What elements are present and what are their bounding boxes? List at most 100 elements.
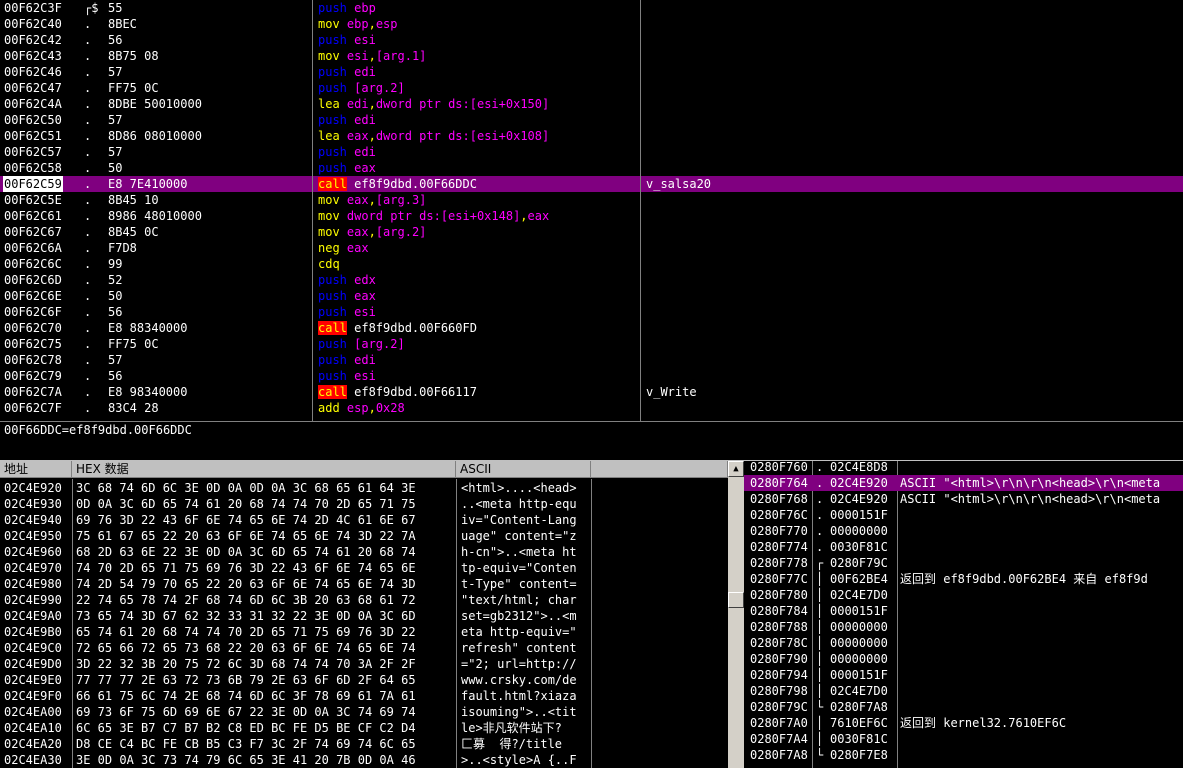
stack-row[interactable]: 0280F77C │ 00F62BE4 返回到 ef8f9dbd.00F62BE4 来… bbox=[744, 571, 1183, 587]
disasm-row[interactable]: 00F62C7A. E8 98340000 call ef8f9dbd.00F661… bbox=[0, 384, 1183, 400]
disasm-row[interactable]: 00F62C6C. 99 cdq bbox=[0, 256, 1183, 272]
disasm-row[interactable]: 00F62C43. 8B75 08 mov esi,[arg.1] bbox=[0, 48, 1183, 64]
disasm-row[interactable]: 00F62C61. 8986 48010000 mov dword ptr ds:[… bbox=[0, 208, 1183, 224]
dump-row[interactable]: 02C4E9F0 66 61 75 6C 74 2E 68 74 6D 6C 3F… bbox=[0, 688, 728, 704]
stack-row[interactable]: 0280F768. 02C4E920 ASCII "<html>\r\n\r\n<h… bbox=[744, 491, 1183, 507]
dump-header-address[interactable]: 地址 bbox=[0, 461, 72, 478]
stack-row[interactable]: 0280F798 │ 02C4E7D0 bbox=[744, 683, 1183, 699]
dump-scrollbar[interactable]: ▲ bbox=[728, 461, 744, 768]
dump-row[interactable]: 02C4E9A0 73 65 74 3D 67 62 32 33 31 32 22… bbox=[0, 608, 728, 624]
dump-hex-bytes: 74 70 2D 65 71 75 69 76 3D 22 43 6F 6E 7… bbox=[76, 561, 416, 575]
stack-row[interactable]: 0280F770. 00000000 bbox=[744, 523, 1183, 539]
instruction-text: call ef8f9dbd.00F66DDC bbox=[318, 176, 477, 192]
opcode-bytes: E8 7E410000 bbox=[108, 177, 188, 191]
dump-ascii: set=gb2312">..<m bbox=[461, 609, 577, 623]
disasm-row[interactable]: 00F62C6E. 50 push eax bbox=[0, 288, 1183, 304]
disasm-row[interactable]: 00F62C5E. 8B45 10 mov eax,[arg.3] bbox=[0, 192, 1183, 208]
stack-pane[interactable]: 0280F760. 02C4E8D8 0280F764. 02C4E920 ASCII … bbox=[744, 461, 1183, 768]
stack-row[interactable]: 0280F778 ┌ 0280F79C bbox=[744, 555, 1183, 571]
dump-row[interactable]: 02C4E950 75 61 67 65 22 20 63 6F 6E 74 65… bbox=[0, 528, 728, 544]
dump-header-ascii[interactable]: ASCII bbox=[456, 461, 591, 478]
disasm-row[interactable]: 00F62C78. 57 push edi bbox=[0, 352, 1183, 368]
dump-row[interactable]: 02C4E9E0 77 77 77 2E 63 72 73 6B 79 2E 63… bbox=[0, 672, 728, 688]
info-text: 00F66DDC=ef8f9dbd.00F66DDC bbox=[4, 423, 192, 437]
dump-row[interactable]: 02C4E940 69 76 3D 22 43 6F 6E 74 65 6E 74… bbox=[0, 512, 728, 528]
instruction-address: 00F62C78 bbox=[4, 353, 62, 367]
dump-row[interactable]: 02C4E990 22 74 65 78 74 2F 68 74 6D 6C 3B… bbox=[0, 592, 728, 608]
disassembly-pane[interactable]: 00F62C3F ┌$ 55 push ebp 00F62C40. 8BEC mov ebp… bbox=[0, 0, 1183, 421]
flow-marker: . bbox=[84, 353, 92, 367]
stack-row[interactable]: 0280F79C └ 0280F7A8 bbox=[744, 699, 1183, 715]
stack-address: 0280F774 bbox=[750, 540, 808, 554]
flow-marker: . bbox=[84, 129, 92, 143]
stack-row[interactable]: 0280F760. 02C4E8D8 bbox=[744, 461, 1183, 475]
disasm-row[interactable]: 00F62C75. FF75 0C push [arg.2] bbox=[0, 336, 1183, 352]
dump-row[interactable]: 02C4E960 68 2D 63 6E 22 3E 0D 0A 3C 6D 65… bbox=[0, 544, 728, 560]
stack-address: 0280F7A0 bbox=[750, 716, 808, 730]
dump-row[interactable]: 02C4E9D0 3D 22 32 3B 20 75 72 6C 3D 68 74… bbox=[0, 656, 728, 672]
stack-value: 00000000 bbox=[830, 636, 888, 650]
opcode-bytes: 56 bbox=[108, 305, 123, 319]
instruction-token: mov bbox=[318, 209, 347, 223]
stack-row[interactable]: 0280F7A0 │ 7610EF6C 返回到 kernel32.7610EF6C bbox=[744, 715, 1183, 731]
stack-row[interactable]: 0280F788 │ 00000000 bbox=[744, 619, 1183, 635]
stack-row[interactable]: 0280F7A4 │ 0030F81C bbox=[744, 731, 1183, 747]
dump-header-hex[interactable]: HEX 数据 bbox=[72, 461, 456, 478]
disasm-row[interactable]: 00F62C51. 8D86 08010000 lea eax,dword ptr … bbox=[0, 128, 1183, 144]
flow-marker: . bbox=[84, 385, 92, 399]
dump-row[interactable]: 02C4E930 0D 0A 3C 6D 65 74 61 20 68 74 74… bbox=[0, 496, 728, 512]
disasm-row[interactable]: 00F62C7F. 83C4 28 add esp,0x28 bbox=[0, 400, 1183, 416]
disasm-row[interactable]: 00F62C59. E8 7E410000 call ef8f9dbd.00F66D… bbox=[0, 176, 1183, 192]
stack-row[interactable]: 0280F78C │ 00000000 bbox=[744, 635, 1183, 651]
instruction-token: ebp bbox=[354, 1, 376, 15]
dump-row[interactable]: 02C4E9B0 65 74 61 20 68 74 74 70 2D 65 71… bbox=[0, 624, 728, 640]
dump-row[interactable]: 02C4E9C0 72 65 66 72 65 73 68 22 20 63 6F… bbox=[0, 640, 728, 656]
disasm-row[interactable]: 00F62C6F. 56 push esi bbox=[0, 304, 1183, 320]
stack-frame-marker: . bbox=[816, 461, 824, 474]
disasm-row[interactable]: 00F62C70. E8 88340000 call ef8f9dbd.00F660… bbox=[0, 320, 1183, 336]
dump-hex-bytes: 3E 0D 0A 3C 73 74 79 6C 65 3E 41 20 7B 0… bbox=[76, 753, 416, 767]
disasm-row[interactable]: 00F62C50. 57 push edi bbox=[0, 112, 1183, 128]
stack-frame-marker: │ bbox=[816, 668, 824, 682]
stack-row[interactable]: 0280F784 │ 0000151F bbox=[744, 603, 1183, 619]
dump-row[interactable]: 02C4EA20 D8 CE C4 BC FE CB B5 C3 F7 3C 2F… bbox=[0, 736, 728, 752]
disasm-row[interactable]: 00F62C42. 56 push esi bbox=[0, 32, 1183, 48]
disasm-row[interactable]: 00F62C40. 8BEC mov ebp,esp bbox=[0, 16, 1183, 32]
stack-row[interactable]: 0280F76C. 0000151F bbox=[744, 507, 1183, 523]
disasm-row[interactable]: 00F62C47. FF75 0C push [arg.2] bbox=[0, 80, 1183, 96]
disasm-row[interactable]: 00F62C46. 57 push edi bbox=[0, 64, 1183, 80]
stack-row[interactable]: 0280F764. 02C4E920 ASCII "<html>\r\n\r\n<h… bbox=[744, 475, 1183, 491]
dump-row[interactable]: 02C4EA10 6C 65 3E B7 C7 B7 B2 C8 ED BC FE… bbox=[0, 720, 728, 736]
disasm-row[interactable]: 00F62C6A. F7D8 neg eax bbox=[0, 240, 1183, 256]
dump-ascii: www.crsky.com/de bbox=[461, 673, 577, 687]
disasm-row[interactable]: 00F62C4A. 8DBE 50010000 lea edi,dword ptr … bbox=[0, 96, 1183, 112]
dump-hex-bytes: 3C 68 74 6D 6C 3E 0D 0A 0D 0A 3C 68 65 6… bbox=[76, 481, 416, 495]
instruction-comment: v_Write bbox=[646, 385, 697, 399]
dump-address: 02C4E920 bbox=[4, 481, 62, 495]
disasm-row[interactable]: 00F62C58. 50 push eax bbox=[0, 160, 1183, 176]
disasm-row[interactable]: 00F62C6D. 52 push edx bbox=[0, 272, 1183, 288]
stack-row[interactable]: 0280F774. 0030F81C bbox=[744, 539, 1183, 555]
disasm-row[interactable]: 00F62C3F ┌$ 55 push ebp bbox=[0, 0, 1183, 16]
stack-row[interactable]: 0280F790 │ 00000000 bbox=[744, 651, 1183, 667]
dump-row[interactable]: 02C4E970 74 70 2D 65 71 75 69 76 3D 22 43… bbox=[0, 560, 728, 576]
instruction-token: call bbox=[318, 385, 347, 399]
dump-row[interactable]: 02C4EA30 3E 0D 0A 3C 73 74 79 6C 65 3E 41… bbox=[0, 752, 728, 768]
stack-row[interactable]: 0280F794 │ 0000151F bbox=[744, 667, 1183, 683]
scroll-up-arrow-icon[interactable]: ▲ bbox=[728, 461, 744, 477]
disasm-row[interactable]: 00F62C67. 8B45 0C mov eax,[arg.2] bbox=[0, 224, 1183, 240]
dump-row[interactable]: 02C4E920 3C 68 74 6D 6C 3E 0D 0A 0D 0A 3C… bbox=[0, 480, 728, 496]
stack-row[interactable]: 0280F7A8 └ 0280F7E8 bbox=[744, 747, 1183, 763]
disasm-row[interactable]: 00F62C79. 56 push esi bbox=[0, 368, 1183, 384]
stack-row[interactable]: 0280F780 │ 02C4E7D0 bbox=[744, 587, 1183, 603]
dump-row[interactable]: 02C4E980 74 2D 54 79 70 65 22 20 63 6F 6E… bbox=[0, 576, 728, 592]
dump-row[interactable]: 02C4EA00 69 73 6F 75 6D 69 6E 67 22 3E 0D… bbox=[0, 704, 728, 720]
instruction-token: push bbox=[318, 161, 355, 175]
scroll-thumb[interactable] bbox=[728, 592, 744, 608]
dump-address: 02C4E980 bbox=[4, 577, 62, 591]
memory-dump-pane[interactable]: 地址 HEX 数据 ASCII 02C4E920 3C 68 74 6D 6C 3… bbox=[0, 461, 728, 768]
disasm-row[interactable]: 00F62C57. 57 push edi bbox=[0, 144, 1183, 160]
instruction-token: , bbox=[368, 193, 376, 207]
instruction-token: ebp bbox=[346, 17, 369, 31]
dump-ascii: eta http-equiv=" bbox=[461, 625, 577, 639]
